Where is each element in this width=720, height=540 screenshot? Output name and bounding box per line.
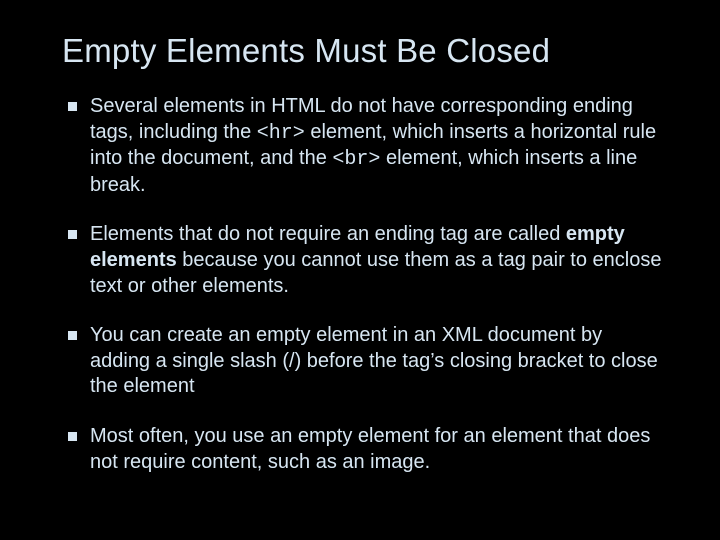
code-run: <br>: [332, 148, 380, 171]
bullet-text: Most often, you use an empty element for…: [90, 425, 650, 473]
bullet-text: Several elements in HTML do not have cor…: [90, 95, 656, 196]
bullet-text: You can create an empty element in an XM…: [90, 324, 658, 397]
list-item: Several elements in HTML do not have cor…: [56, 94, 664, 198]
text-run: Elements that do not require an ending t…: [90, 223, 566, 245]
list-item: You can create an empty element in an XM…: [56, 323, 664, 400]
slide: Empty Elements Must Be Closed Several el…: [0, 0, 720, 540]
bullet-text: Elements that do not require an ending t…: [90, 223, 661, 296]
page-title: Empty Elements Must Be Closed: [62, 32, 664, 70]
list-item: Most often, you use an empty element for…: [56, 424, 664, 475]
list-item: Elements that do not require an ending t…: [56, 222, 664, 299]
code-run: <hr>: [257, 122, 305, 145]
bullet-list: Several elements in HTML do not have cor…: [56, 94, 664, 475]
